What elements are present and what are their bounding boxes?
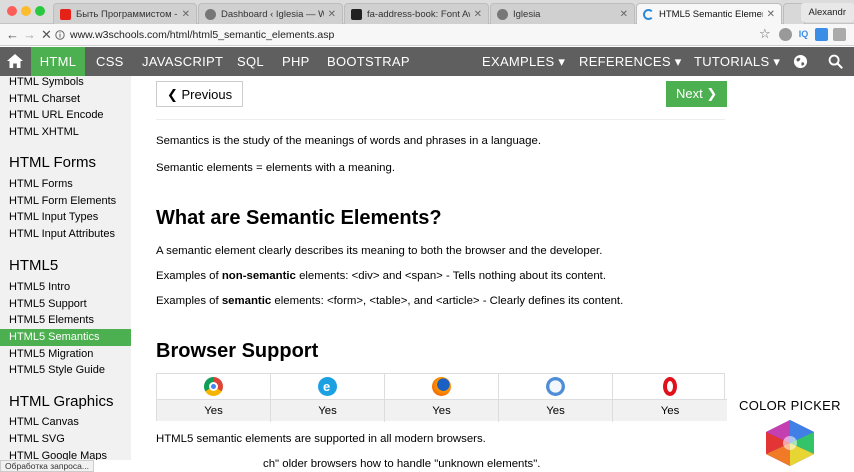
browser-tab[interactable]: Iglesia ✕ xyxy=(490,3,635,24)
sidebar-link-html5-style-guide[interactable]: HTML5 Style Guide xyxy=(0,362,131,379)
nav-bootstrap[interactable]: BOOTSTRAP xyxy=(327,47,410,76)
browser-column: Yes xyxy=(157,374,271,422)
wordpress-icon xyxy=(497,8,508,20)
sidebar-heading-html-forms: HTML Forms xyxy=(9,154,96,171)
top-navigation: HTML CSS JAVASCRIPT SQL PHP BOOTSTRAP EX… xyxy=(0,47,854,76)
paragraph: HTML5 semantic elements are supported in… xyxy=(156,433,486,445)
paragraph: A semantic element clearly describes its… xyxy=(156,245,603,257)
sidebar-link-html5-support[interactable]: HTML5 Support xyxy=(0,296,131,313)
extension-icon[interactable] xyxy=(779,28,792,41)
minimize-window-button[interactable] xyxy=(21,6,31,16)
paragraph: Semantics is the study of the meanings o… xyxy=(156,135,541,147)
heading-browser-support: Browser Support xyxy=(156,340,319,362)
sidebar-link-html-input-attributes[interactable]: HTML Input Attributes xyxy=(0,226,131,243)
sidebar-link-html-url-encode[interactable]: HTML URL Encode xyxy=(0,107,131,124)
color-picker-hexagon-icon[interactable] xyxy=(765,420,815,466)
browser-tab-strip: Быть Программистом - You ✕ Dashboard ‹ I… xyxy=(0,0,854,24)
search-icon[interactable] xyxy=(828,54,843,69)
nav-javascript[interactable]: JAVASCRIPT xyxy=(142,47,223,76)
chrome-icon xyxy=(204,377,223,396)
close-tab-icon[interactable]: ✕ xyxy=(620,9,628,20)
sidebar-link-html-xhtml[interactable]: HTML XHTML xyxy=(0,124,131,141)
nav-css[interactable]: CSS xyxy=(96,47,124,76)
close-window-button[interactable] xyxy=(7,6,17,16)
browser-column: e Yes xyxy=(271,374,385,422)
browser-tab[interactable]: fa-address-book: Font Awes ✕ xyxy=(344,3,489,24)
sidebar-heading-html5: HTML5 xyxy=(9,257,59,274)
close-tab-icon[interactable]: ✕ xyxy=(767,9,775,20)
back-icon[interactable]: ← xyxy=(6,27,19,43)
support-value: Yes xyxy=(499,399,612,421)
sidebar-link-html-symbols[interactable]: HTML Symbols xyxy=(0,76,131,91)
previous-button[interactable]: ❮ Previous xyxy=(156,81,244,107)
nav-examples[interactable]: EXAMPLES ▾ xyxy=(482,47,565,76)
sidebar-link-html-forms[interactable]: HTML Forms xyxy=(0,176,131,193)
browser-column: Yes xyxy=(385,374,499,422)
loading-spinner-icon xyxy=(643,8,654,20)
sidebar-link-html5-migration[interactable]: HTML5 Migration xyxy=(0,346,131,363)
browser-column: Yes xyxy=(499,374,613,422)
zoom-window-button[interactable] xyxy=(35,6,45,16)
paragraph: Semantic elements = elements with a mean… xyxy=(156,162,396,174)
profile-button[interactable]: Alexandr xyxy=(800,3,854,22)
globe-icon[interactable] xyxy=(793,54,808,69)
support-value: Yes xyxy=(157,399,270,421)
nav-html[interactable]: HTML xyxy=(31,47,85,76)
sidebar-link-html-input-types[interactable]: HTML Input Types xyxy=(0,209,131,226)
address-toolbar: ← → ✕ ☆ IQ xyxy=(0,24,854,46)
close-tab-icon[interactable]: ✕ xyxy=(474,9,482,20)
sidebar-link-html-svg[interactable]: HTML SVG xyxy=(0,431,131,448)
forward-icon[interactable]: → xyxy=(23,27,36,43)
nav-php[interactable]: PHP xyxy=(282,47,310,76)
stop-loading-icon[interactable]: ✕ xyxy=(41,27,52,43)
safari-icon xyxy=(546,377,565,396)
color-picker-label[interactable]: COLOR PICKER xyxy=(739,398,841,413)
firefox-icon xyxy=(432,377,451,396)
iq-extension-icon[interactable]: IQ xyxy=(797,28,810,41)
heading-semantic-elements: What are Semantic Elements? xyxy=(156,207,442,229)
ie-icon: e xyxy=(318,377,337,396)
info-icon[interactable] xyxy=(55,30,65,40)
browser-tab[interactable]: Быть Программистом - You ✕ xyxy=(53,3,197,24)
next-button[interactable]: Next ❯ xyxy=(666,81,728,107)
paragraph-non-semantic: Examples of non-semantic elements: <div>… xyxy=(156,270,606,282)
menu-extension-icon[interactable] xyxy=(833,28,846,41)
support-value: Yes xyxy=(385,399,498,421)
paragraph-partial: ch" older browsers how to handle "unknow… xyxy=(263,458,541,470)
sidebar-link-html-charset[interactable]: HTML Charset xyxy=(0,91,131,108)
nav-tutorials[interactable]: TUTORIALS ▾ xyxy=(694,47,780,76)
sidebar-link-html-canvas[interactable]: HTML Canvas xyxy=(0,414,131,431)
sidebar-link-html5-intro[interactable]: HTML5 Intro xyxy=(0,279,131,296)
font-awesome-icon xyxy=(351,8,362,20)
divider xyxy=(156,119,725,120)
sidebar-heading-html-graphics: HTML Graphics xyxy=(9,393,114,410)
opera-icon xyxy=(663,377,677,396)
browser-support-table: Yes e Yes Yes Yes Yes xyxy=(156,373,727,422)
sidebar: HTML Symbols HTML Charset HTML URL Encod… xyxy=(0,76,131,460)
close-tab-icon[interactable]: ✕ xyxy=(182,9,190,20)
bookmark-star-icon[interactable]: ☆ xyxy=(759,26,771,42)
url-input[interactable] xyxy=(70,26,770,44)
browser-tab-active[interactable]: HTML5 Semantic Elements ✕ xyxy=(636,3,782,24)
close-tab-icon[interactable]: ✕ xyxy=(328,9,336,20)
sidebar-link-html-google-maps[interactable]: HTML Google Maps xyxy=(0,448,131,460)
support-value: Yes xyxy=(271,399,384,421)
home-icon[interactable] xyxy=(7,54,23,68)
browser-tab[interactable]: Dashboard ‹ Iglesia — Wordf ✕ xyxy=(198,3,343,24)
sidebar-link-html-form-elements[interactable]: HTML Form Elements xyxy=(0,193,131,210)
nav-sql[interactable]: SQL xyxy=(237,47,264,76)
nav-references[interactable]: REFERENCES ▾ xyxy=(579,47,682,76)
sidebar-link-html5-semantics[interactable]: HTML5 Semantics xyxy=(0,329,131,346)
wordpress-icon xyxy=(205,8,216,20)
sidebar-link-html5-elements[interactable]: HTML5 Elements xyxy=(0,312,131,329)
browser-column: Yes xyxy=(613,374,727,422)
paragraph-semantic: Examples of semantic elements: <form>, <… xyxy=(156,295,624,307)
youtube-icon xyxy=(60,8,71,20)
status-bar: Обработка запроса... xyxy=(0,460,94,472)
download-extension-icon[interactable] xyxy=(815,28,828,41)
support-value: Yes xyxy=(613,399,727,421)
